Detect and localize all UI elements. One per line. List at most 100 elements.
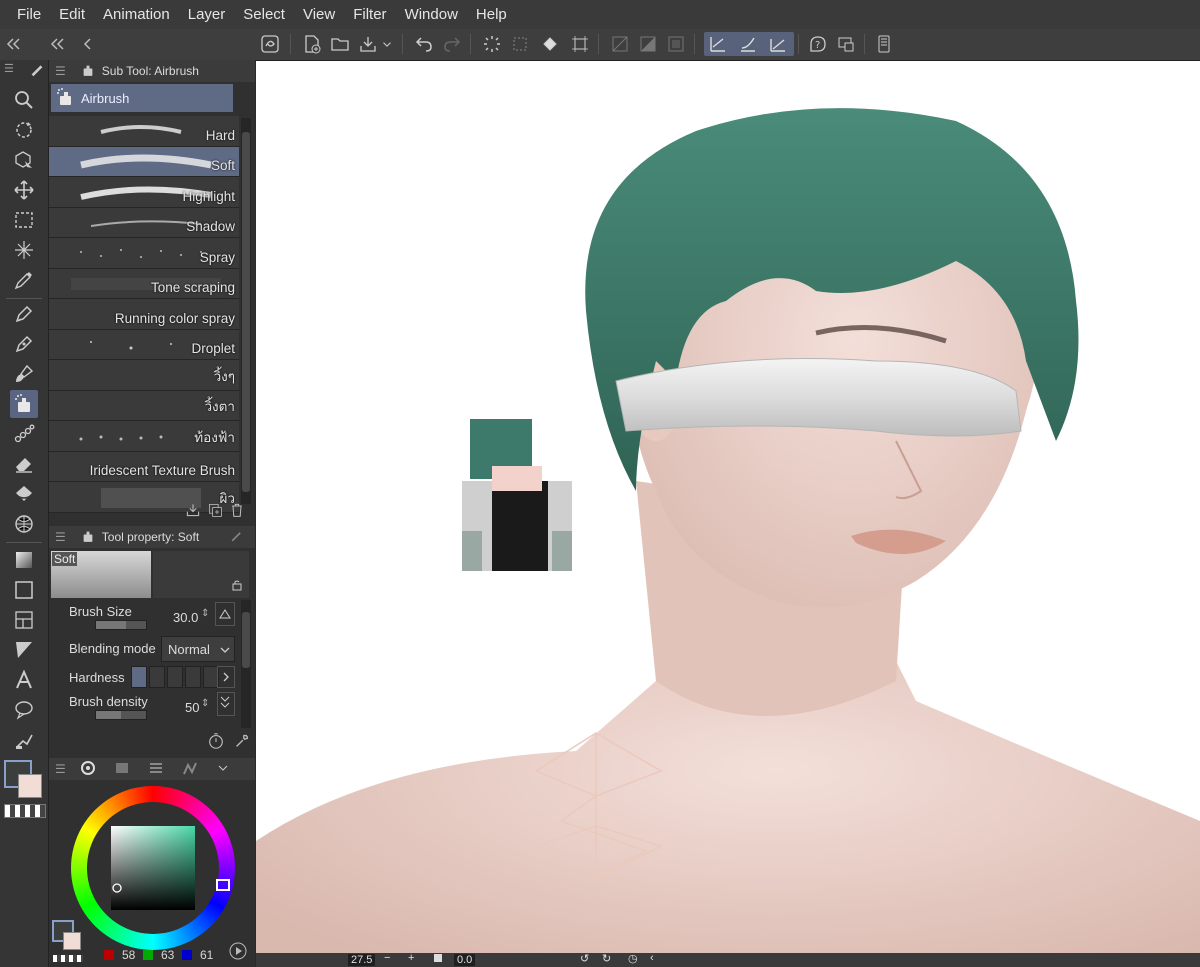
wrench-settings-icon[interactable]: [233, 732, 251, 753]
menu-edit[interactable]: Edit: [50, 6, 94, 23]
help-icon[interactable]: ?: [806, 32, 830, 56]
scroll-left-icon[interactable]: ‹: [650, 952, 654, 964]
hardness-step[interactable]: [167, 666, 183, 688]
brush-item[interactable]: Soft: [49, 146, 239, 177]
move-tool-icon[interactable]: [10, 176, 38, 204]
stopwatch-icon[interactable]: [207, 732, 225, 753]
save-icon[interactable]: [356, 32, 380, 56]
brush-tool-icon[interactable]: [10, 360, 38, 388]
brush-item[interactable]: Running color spray: [49, 299, 239, 330]
color-slider-tab-icon[interactable]: [148, 760, 164, 779]
menu-lines-icon[interactable]: ☰: [4, 62, 14, 75]
transform-icon[interactable]: [568, 32, 592, 56]
eraser-tool-icon[interactable]: [10, 450, 38, 478]
brush-list-scrollbar[interactable]: [241, 118, 251, 504]
brush-item[interactable]: Highlight: [49, 177, 239, 208]
brush-item[interactable]: Iridescent Texture Brush: [49, 451, 239, 482]
rotate-right-icon[interactable]: ↻: [602, 952, 611, 965]
loading-icon[interactable]: [480, 32, 504, 56]
gradient-tool-icon[interactable]: [10, 510, 38, 538]
menu-animation[interactable]: Animation: [94, 6, 179, 23]
correct-line-tool-icon[interactable]: [10, 726, 38, 754]
zoom-out-icon[interactable]: −: [384, 952, 390, 964]
play-icon[interactable]: [229, 942, 247, 963]
frame-border-tool-icon[interactable]: [10, 606, 38, 634]
pencil-tool-icon[interactable]: [10, 330, 38, 358]
collapse-left-icon[interactable]: [2, 32, 26, 56]
app-logo-icon[interactable]: [258, 32, 282, 56]
menu-window[interactable]: Window: [396, 6, 467, 23]
menu-view[interactable]: View: [294, 6, 344, 23]
brush-density-slider[interactable]: [95, 710, 147, 720]
brush-density-value[interactable]: 50: [185, 700, 199, 715]
mini-sub-color[interactable]: [63, 932, 81, 950]
menu-lines-icon[interactable]: ☰: [55, 64, 66, 78]
border-icon[interactable]: [664, 32, 688, 56]
brush-item[interactable]: Tone scraping: [49, 268, 239, 299]
blending-mode-select[interactable]: Normal: [161, 636, 235, 662]
object-tool-icon[interactable]: [10, 146, 38, 174]
brush-item[interactable]: Hard: [49, 116, 239, 147]
clear-selection-icon[interactable]: [508, 32, 532, 56]
zoom-tool-icon[interactable]: [10, 86, 38, 114]
brush-item[interactable]: วิ้งตา: [49, 390, 239, 421]
figure-tool-icon[interactable]: [10, 576, 38, 604]
hardness-step[interactable]: [185, 666, 201, 688]
menu-lines-icon[interactable]: ☰: [55, 762, 66, 776]
delete-icon[interactable]: [229, 502, 245, 521]
brush-size-stepper-icon[interactable]: ⇕: [201, 608, 209, 619]
snap-perspective-icon[interactable]: [766, 32, 790, 56]
eyedropper-tool-icon[interactable]: [10, 266, 38, 294]
undo-icon[interactable]: [412, 32, 436, 56]
decoration-tool-icon[interactable]: [10, 420, 38, 448]
gradient-fill-icon[interactable]: [10, 546, 38, 574]
expand-icon[interactable]: [217, 692, 235, 716]
brush-size-triangle-icon[interactable]: [215, 602, 235, 626]
hardness-step[interactable]: [131, 666, 147, 688]
zoom-value[interactable]: 27.5: [348, 954, 376, 966]
chevron-down-icon[interactable]: [380, 32, 394, 56]
sub-tool-group-airbrush[interactable]: Airbrush: [51, 84, 233, 112]
brush-item[interactable]: วิ้งๆ: [49, 360, 239, 391]
menu-layer[interactable]: Layer: [179, 6, 235, 23]
menu-lines-icon[interactable]: ☰: [55, 530, 66, 544]
intermediate-color-tab-icon[interactable]: [182, 760, 198, 779]
brush-size-slider[interactable]: [95, 620, 147, 630]
property-scroll-thumb[interactable]: [242, 612, 250, 668]
zoom-in-icon[interactable]: +: [408, 952, 414, 964]
pen-tool-icon[interactable]: [10, 300, 38, 328]
brush-item[interactable]: ท้องฟ้า: [49, 421, 239, 452]
rotation-value[interactable]: 0.0: [454, 954, 476, 966]
rotate-left-icon[interactable]: ↺: [580, 952, 589, 965]
pen-small-icon[interactable]: [28, 60, 46, 81]
ruler-tool-icon[interactable]: [10, 636, 38, 664]
import-icon[interactable]: [185, 502, 201, 521]
new-canvas-icon[interactable]: [300, 32, 324, 56]
property-scrollbar[interactable]: [241, 600, 251, 728]
transparent-color-swatch[interactable]: [4, 804, 46, 818]
menu-help[interactable]: Help: [467, 6, 516, 23]
redo-icon[interactable]: [440, 32, 464, 56]
brush-list-scroll-thumb[interactable]: [242, 132, 250, 492]
color-wheel[interactable]: [69, 784, 237, 952]
collapse-panel-icon[interactable]: [46, 32, 70, 56]
color-wheel-tab-icon[interactable]: [80, 760, 96, 779]
drawing-canvas[interactable]: [256, 61, 1200, 953]
duplicate-icon[interactable]: [207, 502, 223, 521]
brush-item[interactable]: Spray: [49, 238, 239, 269]
text-tool-icon[interactable]: [10, 666, 38, 694]
snap-ruler-icon[interactable]: [706, 32, 730, 56]
reset-rotation-icon[interactable]: ◷: [628, 952, 638, 965]
airbrush-tool-icon[interactable]: [10, 390, 38, 418]
selection-tool-icon[interactable]: [10, 206, 38, 234]
menu-file[interactable]: File: [0, 6, 50, 23]
chevron-left-icon[interactable]: [76, 32, 100, 56]
color-set-tab-icon[interactable]: [114, 760, 130, 779]
wrench-icon[interactable]: [229, 528, 245, 547]
open-folder-icon[interactable]: [328, 32, 352, 56]
menu-select[interactable]: Select: [234, 6, 294, 23]
balloon-tool-icon[interactable]: [10, 696, 38, 724]
companion-icon[interactable]: [834, 32, 858, 56]
hardness-step[interactable]: [149, 666, 165, 688]
tone-icon[interactable]: [636, 32, 660, 56]
